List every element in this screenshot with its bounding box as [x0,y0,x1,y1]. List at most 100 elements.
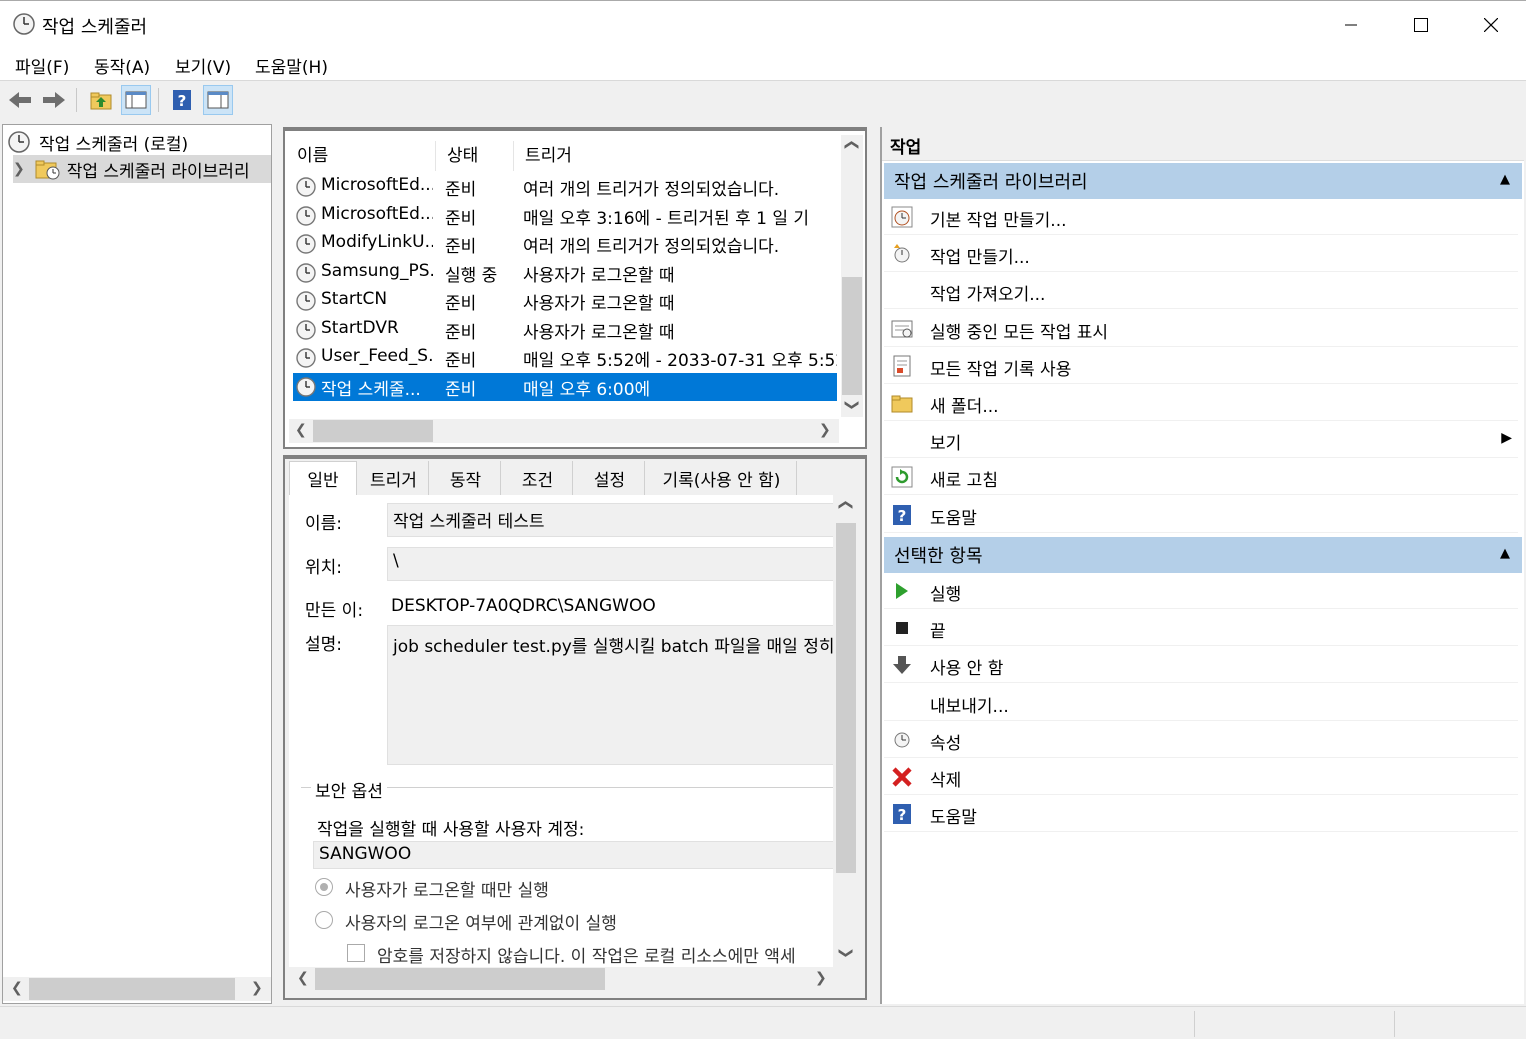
section-selected-item[interactable]: 선택한 항목 ▲ [884,537,1522,573]
action-item[interactable]: 삭제 [884,759,1518,795]
help-toolbar-button[interactable]: ? [167,85,197,115]
list-horizontal-scrollbar[interactable]: ❮ ❯ [289,419,839,443]
create-task-icon [890,242,914,266]
task-trigger-cell: 여러 개의 트리거가 정의되었습니다. [523,180,780,200]
toolbar: ? [0,82,1526,118]
scroll-right-icon[interactable]: ❯ [819,422,831,438]
clock-icon [7,130,31,154]
task-detail-pane: 일반 트리거 동작 조건 설정 기록(사용 안 함) 이름: 작업 스케줄러 테… [283,455,867,1000]
action-item[interactable]: 실행 중인 모든 작업 표시 [884,311,1518,347]
do-not-store-password-label: 암호를 저장하지 않습니다. 이 작업은 로컬 리소스에만 액세 [377,947,796,967]
task-trigger-cell: 사용자가 로그온할 때 [523,265,675,286]
tab-settings[interactable]: 설정 [575,461,645,495]
table-row[interactable]: MicrosoftEd... 준비 매일 오후 3:16에 - 트리거된 후 1 일… [293,202,837,230]
column-divider[interactable] [513,141,514,171]
do-not-store-password-checkbox[interactable] [347,944,365,962]
action-item[interactable]: 실행 [884,573,1518,609]
scroll-up-icon[interactable]: ❯ [843,139,859,151]
close-button[interactable] [1456,1,1526,48]
collapse-up-icon[interactable]: ▲ [1500,546,1510,561]
action-item[interactable]: 모든 작업 기록 사용 [884,348,1518,384]
menu-help[interactable]: 도움말(H) [255,53,328,78]
column-header-status[interactable]: 상태 [447,141,478,166]
column-header-name[interactable]: 이름 [297,141,328,166]
radio-run-logged-on[interactable] [315,878,333,896]
delete-icon [890,765,914,789]
section-library[interactable]: 작업 스케줄러 라이브러리 ▲ [884,163,1522,199]
maximize-button[interactable] [1386,1,1456,48]
task-name-cell: StartCN [321,289,388,309]
action-item[interactable]: 새로 고침 [884,459,1518,496]
show-hide-action-pane-button[interactable] [203,85,233,115]
radio-run-logged-on-label: 사용자가 로그온할 때만 실행 [345,881,549,901]
table-row[interactable]: User_Feed_S... 준비 매일 오후 5:52에 - 2033-07-31… [293,344,837,372]
status-bar [0,1006,1526,1039]
table-row[interactable]: 작업 스케줄... 준비 매일 오후 6:00에 [293,372,837,401]
menu-action[interactable]: 동작(A) [94,53,150,78]
scroll-thumb[interactable] [842,277,862,395]
chevron-right-icon[interactable]: ❯ [13,161,25,177]
tree-horizontal-scrollbar[interactable]: ❮ ❯ [3,977,271,1001]
description-field[interactable]: job scheduler test.py를 실행시킬 batch 파일을 매일… [387,625,833,765]
back-button[interactable] [5,85,35,115]
detail-horizontal-scrollbar[interactable]: ❮ ❯ [289,967,835,991]
radio-run-whether-logged[interactable] [315,911,333,929]
up-folder-button[interactable] [86,85,116,115]
task-status-cell: 준비 [445,379,477,400]
action-item[interactable]: 끝 [884,610,1518,647]
forward-button[interactable] [39,85,69,115]
scroll-down-icon[interactable]: ❯ [838,947,854,959]
action-item[interactable]: ? 도움말 [884,796,1518,833]
action-pane-icon [207,91,229,109]
task-clock-icon [295,205,317,232]
minimize-button[interactable] [1316,1,1386,48]
scroll-right-icon[interactable]: ❯ [251,980,263,996]
action-item[interactable]: 사용 안 함 [884,647,1518,684]
detail-vertical-scrollbar[interactable]: ❯ ❯ [835,495,857,965]
task-trigger-cell: 매일 오후 5:52에 - 2033-07-31 오후 5:52 [523,351,837,371]
scroll-down-icon[interactable]: ❯ [844,399,860,411]
scroll-right-icon[interactable]: ❯ [815,970,827,986]
table-row[interactable]: Samsung_PS... 실행 중 사용자가 로그온할 때 [293,259,837,287]
action-item[interactable]: 작업 가져오기... [884,273,1518,310]
tree-item-root[interactable]: 작업 스케줄러 (로컬) [7,128,188,156]
table-row[interactable]: ModifyLinkU... 준비 여러 개의 트리거가 정의되었습니다. [293,230,837,258]
table-row[interactable]: StartDVR 준비 사용자가 로그온할 때 [293,316,837,344]
list-vertical-scrollbar[interactable]: ❯ ❯ [841,135,863,417]
scroll-thumb[interactable] [313,420,433,442]
tab-history[interactable]: 기록(사용 안 함) [647,461,797,495]
column-divider[interactable] [435,141,436,171]
action-item[interactable]: 작업 만들기... [884,236,1518,273]
menu-file[interactable]: 파일(F) [15,53,69,78]
tree-item-library[interactable]: ❯ 작업 스케줄러 라이브러리 [13,155,271,183]
scroll-left-icon[interactable]: ❮ [295,422,307,438]
action-item[interactable]: 보기 ▶ [884,422,1518,459]
scroll-thumb[interactable] [315,968,605,990]
scroll-left-icon[interactable]: ❮ [297,970,309,986]
task-name-field[interactable]: 작업 스케줄러 테스트 [387,503,833,537]
tab-general[interactable]: 일반 [289,461,357,495]
scroll-up-icon[interactable]: ❯ [837,499,853,511]
action-item[interactable]: 내보내기... [884,685,1518,721]
action-item[interactable]: 새 폴더... [884,385,1518,421]
location-label: 위치: [305,558,343,578]
action-item[interactable]: 속성 [884,722,1518,758]
task-trigger-cell: 사용자가 로그온할 때 [523,294,675,314]
tab-conditions[interactable]: 조건 [503,461,573,495]
scroll-left-icon[interactable]: ❮ [11,980,23,996]
scroll-thumb[interactable] [836,523,856,873]
menu-view[interactable]: 보기(V) [175,53,231,78]
task-status-cell: 준비 [445,237,477,257]
table-row[interactable]: MicrosoftEd... 준비 여러 개의 트리거가 정의되었습니다. [293,173,837,201]
collapse-up-icon[interactable]: ▲ [1500,172,1510,187]
basic-task-icon [890,205,914,229]
scroll-thumb[interactable] [29,978,235,1000]
action-item[interactable]: ? 도움말 [884,497,1518,533]
tab-triggers[interactable]: 트리거 [359,461,429,495]
action-item-label: 작업 만들기... [930,248,1030,269]
column-header-trigger[interactable]: 트리거 [525,141,572,166]
table-row[interactable]: StartCN 준비 사용자가 로그온할 때 [293,287,837,315]
show-hide-tree-button[interactable] [121,85,151,115]
tab-actions[interactable]: 동작 [431,461,501,495]
action-item[interactable]: 기본 작업 만들기... [884,199,1518,235]
